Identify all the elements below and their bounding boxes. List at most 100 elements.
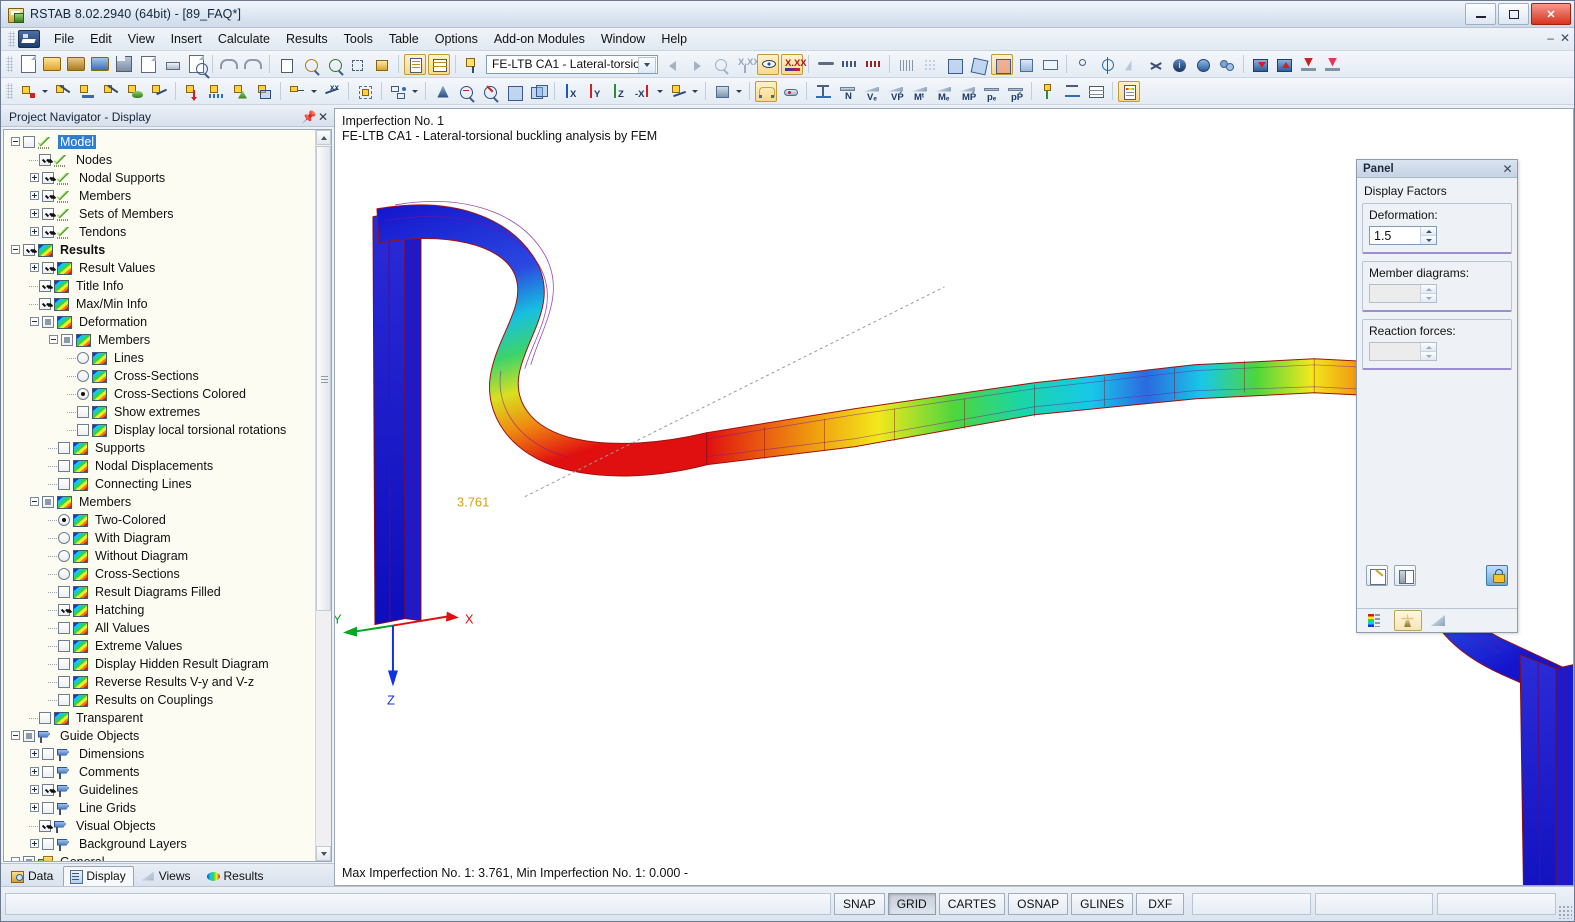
close-icon[interactable]: ✕ (1501, 162, 1514, 176)
checkbox[interactable] (39, 298, 51, 310)
collapse-icon[interactable] (10, 133, 23, 151)
menu-item-calculate[interactable]: Calculate (210, 30, 278, 48)
checkbox[interactable] (42, 802, 54, 814)
tree-item-extreme-values[interactable]: Extreme Values (4, 637, 316, 655)
import-button[interactable] (89, 54, 111, 75)
tree-item-dimensions[interactable]: Dimensions (4, 745, 316, 763)
radio-button[interactable] (58, 514, 70, 526)
tree-item-result-diagrams-filled[interactable]: Result Diagrams Filled (4, 583, 316, 601)
undo-button[interactable] (218, 54, 240, 75)
new-member-hinge-button[interactable] (100, 81, 122, 102)
tree-item-connecting-lines[interactable]: Connecting Lines (4, 475, 316, 493)
tree-item-nodal-displacements[interactable]: Nodal Displacements (4, 457, 316, 475)
open-file-button[interactable] (41, 54, 63, 75)
collapse-icon[interactable] (10, 853, 23, 861)
tree-item-title-info[interactable]: Title Info (4, 277, 316, 295)
view-negx-dropdown[interactable] (655, 81, 664, 102)
scroll-down-icon[interactable] (316, 846, 331, 861)
prev-loadcase-button[interactable] (661, 54, 683, 75)
menu-item-options[interactable]: Options (427, 30, 486, 48)
tree-item-nodes[interactable]: Nodes (4, 151, 316, 169)
status-toggle-grid[interactable]: GRID (887, 893, 936, 915)
table-grid-button[interactable] (428, 53, 450, 75)
display-factors-tab[interactable] (1394, 610, 1422, 631)
rotate-button[interactable] (1096, 54, 1118, 75)
printout-report-button[interactable] (137, 54, 159, 75)
pin-icon[interactable]: 📌 (302, 110, 317, 124)
expand-icon[interactable] (29, 781, 42, 799)
tab-results[interactable]: Results (201, 866, 272, 886)
tree-item-guide-objects[interactable]: Guide Objects (4, 727, 316, 745)
spinner-down-icon[interactable] (1421, 294, 1436, 302)
display-tree[interactable]: Model Nodes Nodal Supports Members Sets of M… (4, 130, 316, 861)
tree-item-result-values[interactable]: Result Values (4, 259, 316, 277)
checkbox[interactable] (58, 640, 70, 652)
tree-item-show-extremes[interactable]: Show extremes (4, 403, 316, 421)
view-x-button[interactable]: X (560, 81, 582, 102)
axial-force-n-button[interactable]: N (836, 81, 858, 102)
generate-loads-button[interactable] (461, 54, 483, 75)
render-solid-b-button[interactable] (967, 54, 989, 75)
expand-icon[interactable] (29, 835, 42, 853)
spinner-down-icon[interactable] (1421, 352, 1436, 360)
checkbox[interactable] (58, 676, 70, 688)
tree-item-all-values[interactable]: All Values (4, 619, 316, 637)
new-node-button[interactable] (17, 81, 39, 102)
checkbox[interactable] (23, 136, 35, 148)
toolbar-grip-1[interactable] (6, 56, 13, 72)
result-value-button[interactable] (1061, 81, 1083, 102)
tree-item-members[interactable]: Members (4, 493, 316, 511)
menu-item-file[interactable]: File (46, 30, 82, 48)
radio-button[interactable] (77, 352, 89, 364)
render-display-button[interactable] (1039, 54, 1061, 75)
status-toggle-osnap[interactable]: OSNAP (1008, 893, 1069, 915)
view-negx-button[interactable]: -X (632, 81, 654, 102)
tables-button[interactable] (404, 53, 426, 75)
info-button[interactable]: i (1168, 54, 1190, 75)
menu-item-view[interactable]: View (120, 30, 163, 48)
lock-panel-button[interactable] (1486, 565, 1508, 586)
new-comment-button[interactable]: xx (321, 81, 343, 102)
close-button[interactable]: ✕ (1531, 3, 1571, 25)
view-z-button[interactable]: Z (608, 81, 630, 102)
show-results-button[interactable] (757, 53, 779, 75)
checkbox[interactable] (42, 748, 54, 760)
checkbox[interactable] (58, 694, 70, 706)
redo-button[interactable] (242, 54, 264, 75)
model-deformation-button[interactable] (814, 54, 836, 75)
tree-item-cross-sections[interactable]: Cross-Sections (4, 367, 316, 385)
deformation-factor[interactable]: 1.5 (1369, 226, 1437, 245)
view-isometric-dropdown[interactable] (690, 81, 699, 102)
checkbox[interactable] (77, 424, 89, 436)
menu-item-addon-modules[interactable]: Add-on Modules (486, 30, 593, 48)
resize-grip[interactable] (1558, 905, 1572, 919)
new-imperfection-button[interactable] (229, 81, 251, 102)
rotate-view-dropdown[interactable] (734, 81, 743, 102)
new-window-button[interactable] (371, 54, 393, 75)
tree-item-members[interactable]: Members (4, 331, 316, 349)
new-member-elastic-button[interactable] (148, 81, 170, 102)
maximize-button[interactable] (1498, 3, 1529, 25)
checkbox[interactable] (42, 316, 54, 328)
bending-moment-my-button[interactable]: Mₑ (932, 81, 954, 103)
deformation-button[interactable] (755, 80, 777, 102)
tree-item-comments[interactable]: Comments (4, 763, 316, 781)
torsional-moment-mt-button[interactable]: Mᵗ (908, 81, 930, 103)
tree-item-model[interactable]: Model (4, 133, 316, 151)
scroll-up-icon[interactable] (316, 130, 331, 145)
render-wire-button[interactable] (895, 54, 917, 75)
reaction-forces-factor[interactable] (1369, 342, 1437, 361)
view-y-button[interactable]: Y (584, 81, 606, 102)
menu-item-window[interactable]: Window (593, 30, 653, 48)
tree-item-hatching[interactable]: Hatching (4, 601, 316, 619)
rotate-view-button[interactable] (711, 81, 733, 102)
tab-views[interactable]: Views (136, 866, 199, 886)
tree-item-background-layers[interactable]: Background Layers (4, 835, 316, 853)
menu-item-insert[interactable]: Insert (163, 30, 210, 48)
new-member-load-button[interactable] (205, 81, 227, 102)
new-dimension-dropdown[interactable] (309, 81, 318, 102)
align-dropdown[interactable] (410, 81, 419, 102)
checkbox[interactable] (42, 766, 54, 778)
radio-button[interactable] (77, 370, 89, 382)
new-nodal-support-button[interactable] (76, 81, 98, 102)
